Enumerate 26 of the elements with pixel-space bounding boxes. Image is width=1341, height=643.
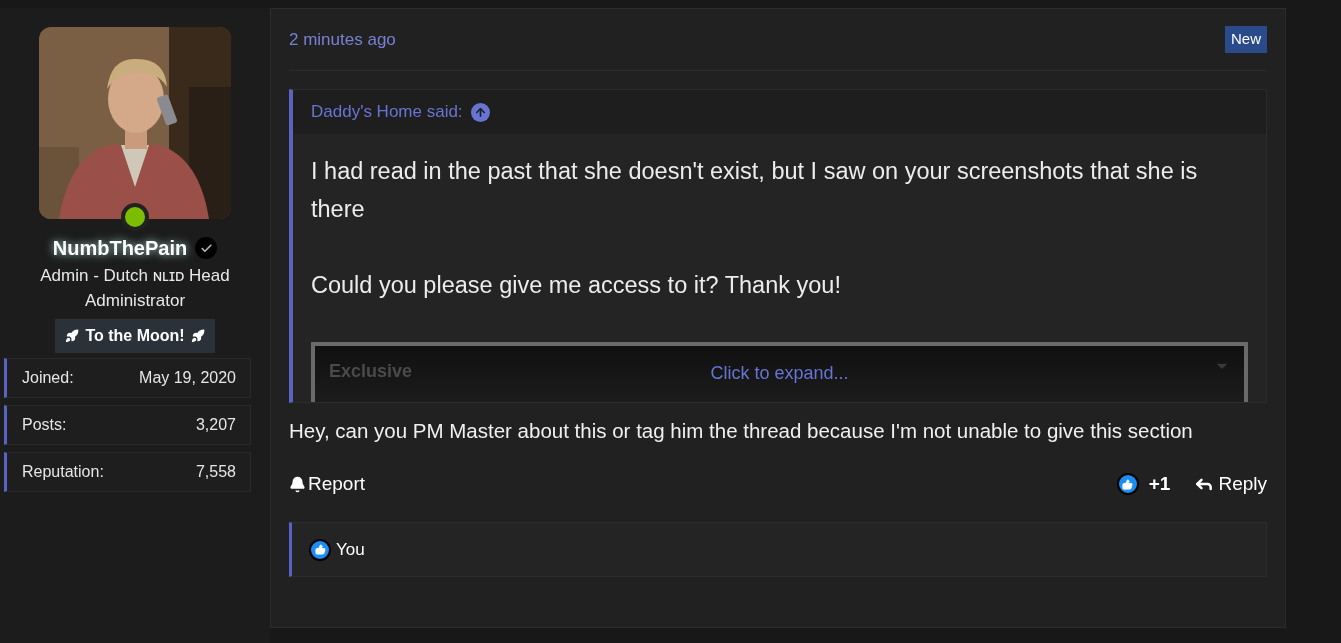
user-banner: To the Moon!	[55, 319, 215, 353]
user-title: Admin - Dutch ɴʟɪᴅ Head Administrator	[39, 265, 231, 312]
bell-icon	[289, 475, 306, 493]
thumbs-up-icon	[309, 538, 331, 561]
jump-up-icon[interactable]	[470, 102, 490, 122]
stat-value: 7,558	[195, 462, 236, 482]
stat-label: Posts:	[22, 415, 67, 435]
stat-label: Joined:	[22, 368, 74, 388]
rocket-icon	[65, 329, 80, 343]
like-count[interactable]: +1	[1116, 469, 1171, 499]
post-message: Hey, can you PM Master about this or tag him the thread because I'm not unable to give this section	[289, 418, 1194, 444]
stat-value: May 19, 2020	[139, 368, 236, 388]
new-label: New	[1225, 26, 1267, 53]
quote-text: Could you please give me access to it? Thank you!	[311, 271, 842, 300]
thumbs-up-icon	[1116, 473, 1139, 495]
username[interactable]: NumbThePain	[52, 233, 188, 263]
stat-value: 3,207	[195, 415, 236, 435]
quote-author[interactable]: Daddy's Home said:	[311, 99, 463, 125]
reply-button[interactable]: Reply	[1194, 469, 1267, 499]
expand-link[interactable]: Click to expand...	[710, 360, 849, 387]
stat-label: Reputation:	[22, 462, 104, 482]
post-time[interactable]: 2 minutes ago	[289, 26, 396, 53]
rocket-icon	[190, 329, 205, 343]
quote-text: I had read in the past that she doesn't exist, but I saw on your screenshots that she is there	[311, 157, 1199, 224]
reaction-users[interactable]: You	[336, 536, 365, 563]
report-button[interactable]: Report	[289, 469, 366, 499]
